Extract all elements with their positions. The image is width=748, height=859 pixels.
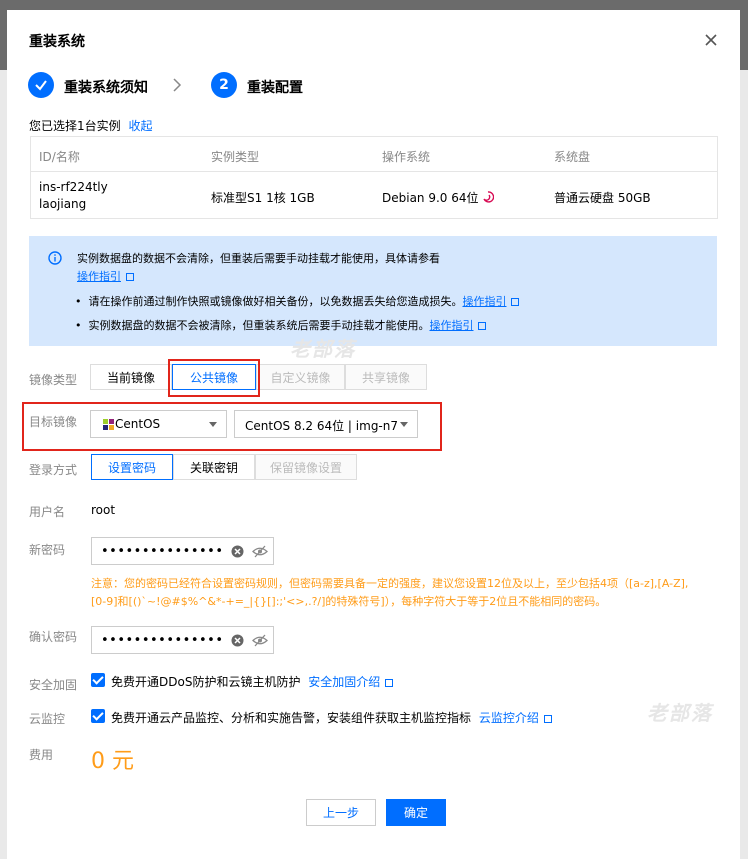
- version-select[interactable]: CentOS 8.2 64位 | img-n7nyt2d7: [234, 410, 418, 438]
- guide-link[interactable]: 操作指引: [429, 319, 473, 332]
- reinstall-dialog: 重装系统 重装系统须知 2 重装配置 您已选择1台实例 收起 ID/名称 实例类…: [7, 10, 740, 859]
- column-header: 系统盘: [554, 150, 591, 164]
- collapse-link[interactable]: 收起: [128, 119, 152, 133]
- login-set-password[interactable]: 设置密码: [91, 454, 173, 480]
- centos-logo-icon: [103, 419, 114, 430]
- step-1-label: 重装系统须知: [64, 80, 148, 96]
- monitor-intro-link[interactable]: 云监控介绍: [479, 711, 539, 725]
- instance-os: Debian 9.0 64位: [382, 189, 495, 206]
- eye-off-icon[interactable]: [252, 545, 268, 558]
- notice-bullet: • 实例数据盘的数据不会被清除，但重装系统后需要手动挂载才能使用。操作指引: [75, 317, 487, 333]
- confirm-password-field[interactable]: •••••••••••••••: [91, 626, 274, 654]
- eye-off-icon[interactable]: [252, 634, 268, 647]
- external-link-icon: [126, 273, 134, 281]
- monitor-text: 免费开通云产品监控、分析和实施告警，安装组件获取主机监控指标: [111, 711, 472, 725]
- dialog-title: 重装系统: [29, 34, 85, 50]
- password-field[interactable]: •••••••••••••••: [91, 537, 274, 565]
- instance-type: 标准型S1 1核 1GB: [211, 191, 315, 205]
- column-header: ID/名称: [39, 150, 80, 164]
- selection-text: 您已选择1台实例: [29, 119, 121, 133]
- watermark: 老部落: [647, 701, 713, 725]
- image-type-custom[interactable]: 自定义镜像: [256, 364, 345, 390]
- confirm-password-label: 确认密码: [29, 630, 78, 644]
- previous-button[interactable]: 上一步: [306, 799, 376, 826]
- debian-logo-icon: [483, 191, 495, 203]
- security-text: 免费开通DDoS防护和云镜主机防护: [111, 675, 301, 689]
- close-icon[interactable]: [704, 33, 718, 47]
- fee-label: 费用: [29, 748, 54, 762]
- target-image-label: 目标镜像: [29, 415, 78, 429]
- security-label: 安全加固: [29, 678, 78, 692]
- image-type-label: 镜像类型: [29, 373, 78, 387]
- monitor-label: 云监控: [29, 712, 66, 726]
- clear-icon[interactable]: [231, 545, 244, 558]
- os-select-value: CentOS: [115, 417, 161, 431]
- guide-link[interactable]: 操作指引: [462, 295, 506, 308]
- security-intro-link[interactable]: 安全加固介绍: [308, 675, 380, 689]
- instance-id: ins-rf224tly: [39, 180, 108, 194]
- instance-table: ID/名称 实例类型 操作系统 系统盘 ins-rf224tly laojian…: [30, 136, 718, 219]
- login-method-label: 登录方式: [29, 463, 78, 477]
- monitor-option: 免费开通云产品监控、分析和实施告警，安装组件获取主机监控指标 云监控介绍: [111, 709, 552, 726]
- version-select-value: CentOS 8.2 64位 | img-n7nyt2d7: [245, 419, 397, 433]
- notice-main-text: 实例数据盘的数据不会清除，但重装后需要手动挂载才能使用，具体请参看: [77, 252, 440, 265]
- column-header: 实例类型: [211, 150, 260, 164]
- external-link-icon: [478, 322, 487, 330]
- security-option: 免费开通DDoS防护和云镜主机防护 安全加固介绍: [111, 673, 394, 690]
- info-notice: 实例数据盘的数据不会清除，但重装后需要手动挂载才能使用，具体请参看 操作指引 •…: [29, 236, 717, 346]
- instance-disk: 普通云硬盘 50GB: [554, 191, 651, 205]
- external-link-icon: [543, 715, 552, 723]
- password-label: 新密码: [29, 543, 66, 557]
- notice-bullet-text: 请在操作前通过制作快照或镜像做好相关备份，以免数据丢失给您造成损失。: [88, 295, 463, 308]
- notice-bullet: • 请在操作前通过制作快照或镜像做好相关备份，以免数据丢失给您造成损失。操作指引: [75, 293, 520, 309]
- guide-link[interactable]: 操作指引: [77, 270, 121, 283]
- highlight-box: [168, 359, 260, 397]
- chevron-down-icon: [400, 422, 408, 427]
- confirm-password-value: •••••••••••••••: [101, 633, 224, 648]
- column-header: 操作系统: [382, 150, 431, 164]
- username-value: root: [91, 503, 116, 517]
- watermark: 老部落: [290, 337, 356, 361]
- step-1-check-icon: [28, 72, 54, 98]
- confirm-button[interactable]: 确定: [386, 799, 446, 826]
- security-checkbox[interactable]: [91, 673, 105, 687]
- os-select[interactable]: CentOS: [90, 410, 227, 438]
- chevron-right-icon: [173, 78, 182, 92]
- os-name: Debian 9.0 64位: [382, 191, 479, 205]
- fee-value: 0 元: [91, 749, 134, 774]
- info-icon: [48, 251, 62, 265]
- step-2-label: 重装配置: [247, 80, 303, 96]
- external-link-icon: [511, 298, 520, 306]
- external-link-icon: [385, 679, 394, 687]
- image-type-shared[interactable]: 共享镜像: [345, 364, 427, 390]
- table-header: ID/名称 实例类型 操作系统 系统盘: [31, 137, 717, 172]
- password-hint-line-2: [0-9]和[()`~!@#$%^&*-+=_|{}[]:;'<>,.?/]的特…: [91, 595, 607, 608]
- clear-icon[interactable]: [231, 634, 244, 647]
- image-type-current[interactable]: 当前镜像: [90, 364, 172, 390]
- password-hint-line-1: 注意：您的密码已经符合设置密码规则，但密码需要具备一定的强度，建议您设置12位及…: [91, 577, 689, 590]
- username-label: 用户名: [29, 505, 66, 519]
- notice-bullet-text: 实例数据盘的数据不会被清除，但重装系统后需要手动挂载才能使用。: [88, 319, 430, 332]
- instance-name: laojiang: [39, 197, 87, 211]
- notice-main-link[interactable]: 操作指引: [77, 268, 134, 284]
- step-2-number: 2: [211, 72, 237, 98]
- monitor-checkbox[interactable]: [91, 709, 105, 723]
- login-keep-image-settings[interactable]: 保留镜像设置: [255, 454, 357, 480]
- password-value: •••••••••••••••: [101, 544, 224, 559]
- chevron-down-icon: [209, 422, 217, 427]
- login-associate-key[interactable]: 关联密钥: [173, 454, 255, 480]
- selection-summary: 您已选择1台实例 收起: [29, 117, 152, 134]
